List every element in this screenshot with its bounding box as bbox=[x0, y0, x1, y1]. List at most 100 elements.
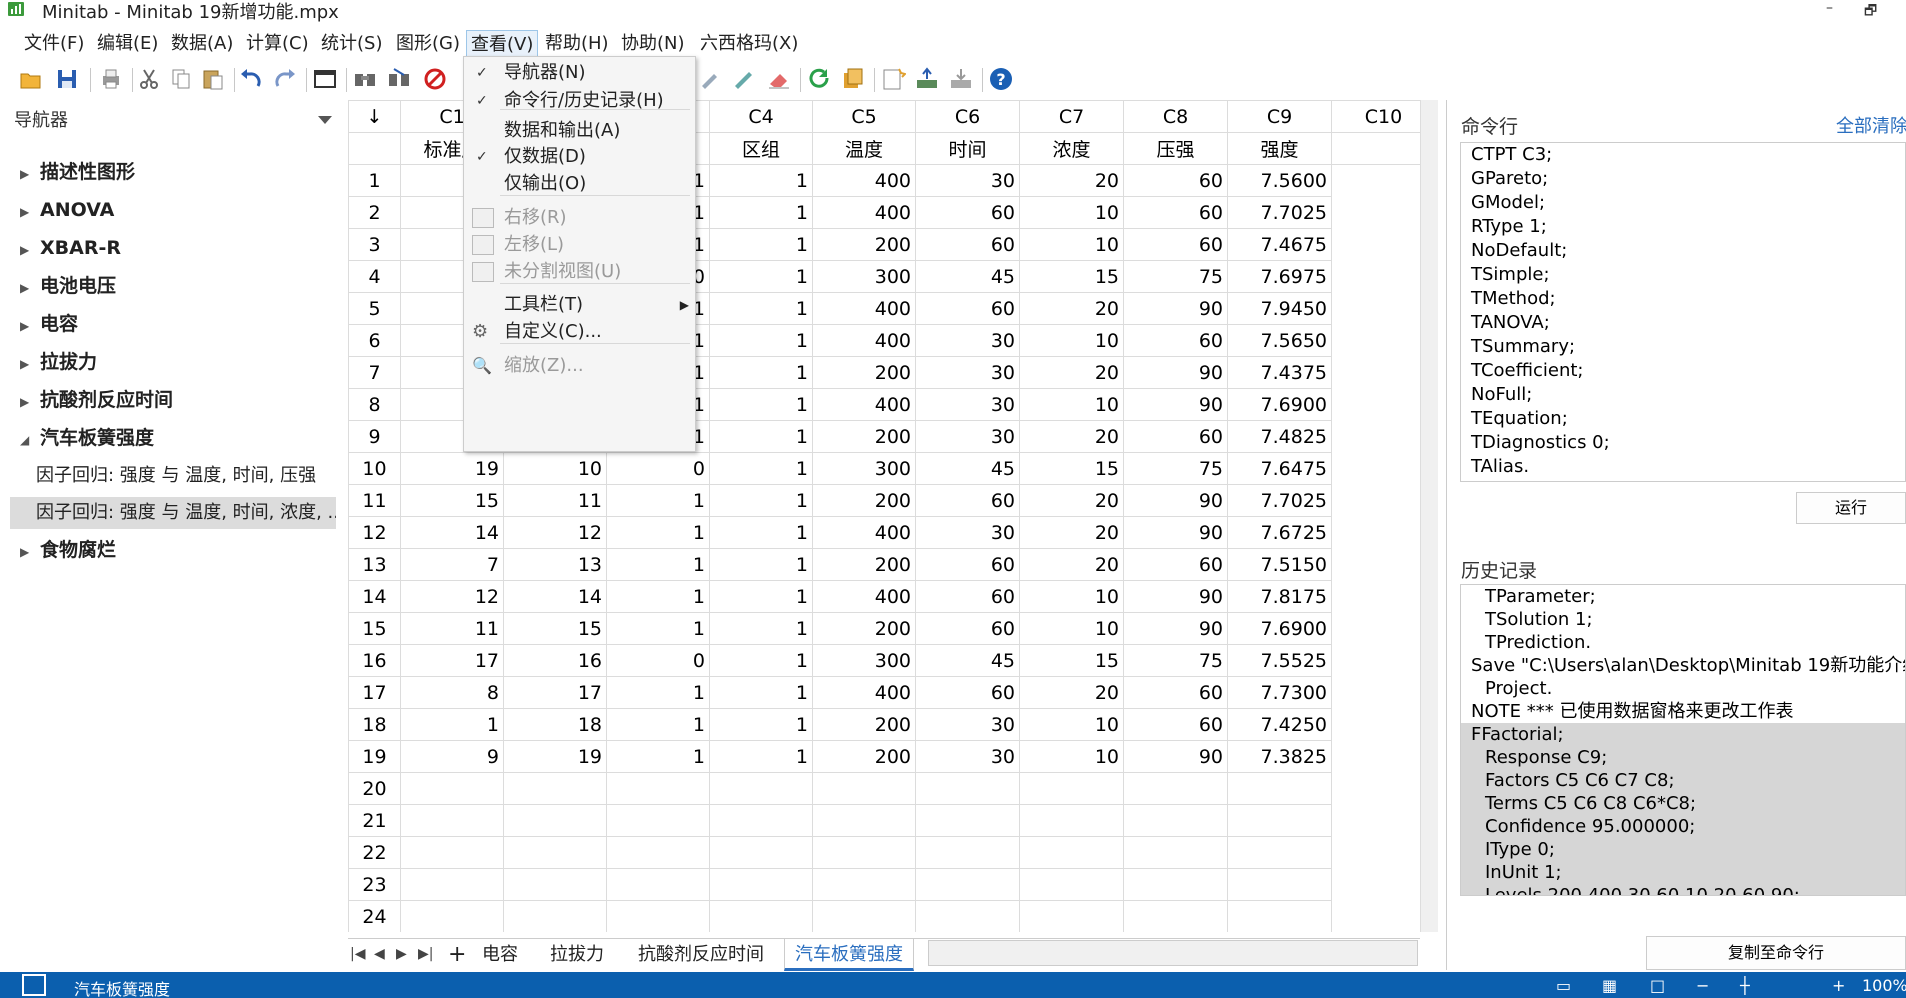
data-cell[interactable] bbox=[1123, 836, 1228, 869]
data-cell[interactable]: 7.9450 bbox=[1227, 292, 1332, 325]
data-cell[interactable]: 45 bbox=[915, 644, 1020, 677]
column-name-cell[interactable]: 强度 bbox=[1227, 132, 1332, 165]
data-cell[interactable]: 90 bbox=[1123, 356, 1228, 389]
data-cell[interactable]: 10 bbox=[503, 452, 607, 485]
data-cell[interactable] bbox=[606, 868, 710, 901]
nav-item-expanded[interactable]: ◢ 汽车板簧强度 bbox=[20, 422, 154, 454]
data-cell[interactable] bbox=[915, 804, 1020, 837]
data-cell[interactable]: 20 bbox=[1019, 356, 1124, 389]
data-cell[interactable]: 400 bbox=[812, 324, 916, 357]
run-button[interactable]: 运行 bbox=[1796, 492, 1906, 524]
help-icon[interactable]: ? bbox=[988, 66, 1014, 92]
data-cell[interactable]: 200 bbox=[812, 484, 916, 517]
data-cell[interactable]: 1 bbox=[606, 516, 710, 549]
data-cell[interactable] bbox=[400, 772, 504, 805]
data-cell[interactable]: 400 bbox=[812, 388, 916, 421]
data-cell[interactable]: 400 bbox=[812, 580, 916, 613]
data-cell[interactable] bbox=[1123, 772, 1228, 805]
data-cell[interactable]: 15 bbox=[1019, 644, 1124, 677]
data-cell[interactable]: 16 bbox=[503, 644, 607, 677]
brush-icon[interactable] bbox=[698, 66, 724, 92]
data-cell[interactable]: 30 bbox=[915, 516, 1020, 549]
data-cell[interactable] bbox=[915, 836, 1020, 869]
refresh-icon[interactable] bbox=[806, 66, 832, 92]
data-cell[interactable]: 1 bbox=[709, 292, 813, 325]
menu-help[interactable]: 帮助(H) bbox=[541, 30, 613, 58]
last-sheet-button[interactable]: ▶| bbox=[418, 946, 433, 962]
tab-capacitance[interactable]: 电容 bbox=[482, 939, 518, 971]
data-cell[interactable]: 90 bbox=[1123, 612, 1228, 645]
clear-all-link[interactable]: 全部清除 bbox=[1836, 112, 1906, 138]
undo-icon[interactable] bbox=[238, 66, 264, 92]
data-cell[interactable] bbox=[503, 868, 607, 901]
nav-item[interactable]: ▶ 描述性图形 bbox=[20, 156, 135, 188]
command-line-input[interactable]: CTPT C3; GPareto; GModel; RType 1; NoDefault… bbox=[1460, 142, 1906, 482]
data-cell[interactable]: 14 bbox=[400, 516, 504, 549]
data-cell[interactable] bbox=[812, 804, 916, 837]
grid-view-icon[interactable]: ▦ bbox=[1602, 976, 1617, 995]
data-cell[interactable]: 90 bbox=[1123, 740, 1228, 773]
first-sheet-button[interactable]: |◀ bbox=[350, 946, 365, 962]
data-cell[interactable]: 30 bbox=[915, 420, 1020, 453]
data-cell[interactable]: 7.4675 bbox=[1227, 228, 1332, 261]
row-number[interactable]: 7 bbox=[348, 356, 401, 389]
data-cell[interactable] bbox=[709, 772, 813, 805]
data-cell[interactable]: 200 bbox=[812, 228, 916, 261]
data-cell[interactable] bbox=[1019, 836, 1124, 869]
row-number[interactable]: 4 bbox=[348, 260, 401, 293]
horizontal-scrollbar[interactable] bbox=[928, 940, 1418, 966]
row-number[interactable]: 11 bbox=[348, 484, 401, 517]
data-cell[interactable]: 10 bbox=[1019, 740, 1124, 773]
data-cell[interactable] bbox=[1123, 804, 1228, 837]
data-cell[interactable]: 20 bbox=[1019, 420, 1124, 453]
data-cell[interactable]: 90 bbox=[1123, 516, 1228, 549]
row-number[interactable]: 17 bbox=[348, 676, 401, 709]
data-cell[interactable]: 7 bbox=[400, 548, 504, 581]
data-cell[interactable]: 20 bbox=[1019, 676, 1124, 709]
view-menu-item[interactable]: ✓ 命令行/历史记录(H) bbox=[464, 85, 697, 117]
data-cell[interactable]: 20 bbox=[1019, 548, 1124, 581]
nav-item[interactable]: ▶ XBAR-R bbox=[20, 232, 121, 264]
data-cell[interactable]: 90 bbox=[1123, 484, 1228, 517]
data-cell[interactable] bbox=[1227, 836, 1332, 869]
data-cell[interactable]: 12 bbox=[400, 580, 504, 613]
column-name-cell[interactable]: 时间 bbox=[915, 132, 1020, 165]
new-report-icon[interactable] bbox=[880, 66, 907, 92]
row-number[interactable]: 8 bbox=[348, 388, 401, 421]
copy-icon[interactable] bbox=[168, 66, 194, 92]
data-cell[interactable]: 7.3825 bbox=[1227, 740, 1332, 773]
data-cell[interactable]: 60 bbox=[1123, 164, 1228, 197]
data-cell[interactable]: 10 bbox=[1019, 612, 1124, 645]
data-cell[interactable]: 15 bbox=[503, 612, 607, 645]
data-cell[interactable]: 15 bbox=[1019, 452, 1124, 485]
data-cell[interactable]: 200 bbox=[812, 612, 916, 645]
data-cell[interactable]: 7.6975 bbox=[1227, 260, 1332, 293]
data-cell[interactable] bbox=[709, 804, 813, 837]
data-cell[interactable]: 75 bbox=[1123, 452, 1228, 485]
data-cell[interactable]: 8 bbox=[400, 676, 504, 709]
data-cell[interactable]: 7.4375 bbox=[1227, 356, 1332, 389]
column-header[interactable]: C6 bbox=[915, 100, 1020, 133]
zoom-out-icon[interactable]: − bbox=[1696, 976, 1709, 995]
paste-icon[interactable] bbox=[200, 66, 226, 92]
data-cell[interactable]: 15 bbox=[400, 484, 504, 517]
row-number[interactable]: 20 bbox=[348, 772, 401, 805]
data-cell[interactable]: 200 bbox=[812, 548, 916, 581]
data-cell[interactable]: 1 bbox=[709, 324, 813, 357]
data-cell[interactable] bbox=[812, 868, 916, 901]
view-menu-item[interactable]: ⚙ 自定义(C)... bbox=[464, 316, 697, 348]
row-number[interactable]: 23 bbox=[348, 868, 401, 901]
data-cell[interactable]: 7.5600 bbox=[1227, 164, 1332, 197]
tab-leaf-spring[interactable]: 汽车板簧强度 bbox=[784, 939, 914, 971]
data-cell[interactable]: 10 bbox=[1019, 580, 1124, 613]
data-cell[interactable]: 7.4825 bbox=[1227, 420, 1332, 453]
data-cell[interactable]: 1 bbox=[709, 388, 813, 421]
data-cell[interactable] bbox=[400, 836, 504, 869]
manage-icon[interactable] bbox=[840, 66, 866, 92]
menu-view[interactable]: 查看(V) bbox=[466, 30, 539, 58]
data-cell[interactable]: 400 bbox=[812, 292, 916, 325]
data-cell[interactable]: 1 bbox=[606, 708, 710, 741]
data-cell[interactable]: 400 bbox=[812, 676, 916, 709]
data-cell[interactable]: 7.6725 bbox=[1227, 516, 1332, 549]
save-icon[interactable] bbox=[54, 66, 80, 92]
